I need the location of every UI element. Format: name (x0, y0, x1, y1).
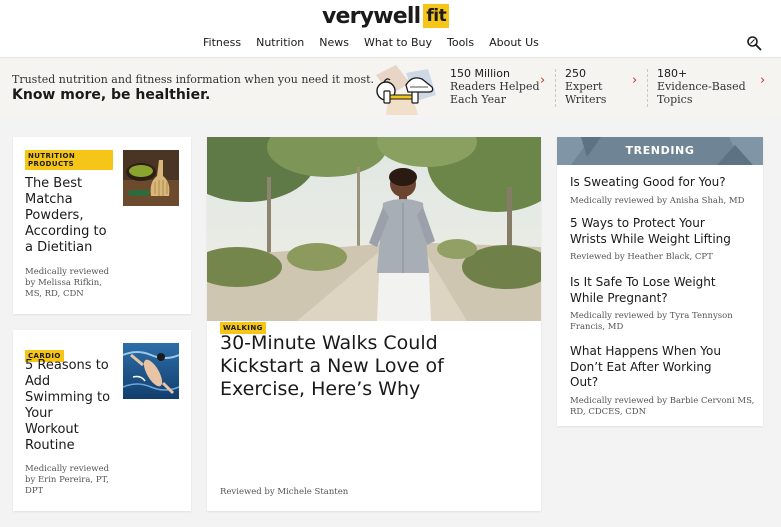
feature-image[interactable] (207, 137, 541, 321)
article-title[interactable]: 5 Reasons to Add Swimming to Your Workou… (25, 358, 125, 454)
swimmer-image (123, 343, 179, 399)
trending-item[interactable]: What Happens When You Don’t Eat After Wo… (570, 344, 756, 418)
title-line: a Dietitian (25, 240, 93, 255)
title-line: Workout (25, 422, 79, 437)
stat-topics-number: 180+ (657, 67, 688, 80)
trending-title[interactable]: Is Sweating Good for You? (570, 175, 756, 191)
trending-item[interactable]: Is It Safe To Lose Weight While Pregnant… (570, 275, 756, 333)
nav-fitness[interactable]: Fitness (203, 36, 241, 49)
title-line: Matcha (25, 192, 73, 207)
site-logo[interactable]: verywell fit (322, 3, 450, 29)
nav-tools[interactable]: Tools (447, 36, 474, 49)
stat-writers-label-2: Writers (565, 93, 607, 106)
trending-item[interactable]: Is Sweating Good for You? Medically revi… (570, 175, 756, 207)
byline-line: Medically reviewed by Tyra Tennyson (570, 311, 733, 321)
trending-byline: Medically reviewed by Anisha Shah, MD (570, 196, 756, 207)
stat-topics-label-1: Evidence-Based (657, 80, 746, 93)
title-line: Routine (25, 438, 75, 453)
trending-header: TRENDING (557, 137, 763, 165)
title-line: What Happens When You (570, 344, 721, 358)
byline-line: by Melissa Rifkin, (25, 278, 102, 288)
byline-line: Reviewed by Heather Black, CPT (570, 252, 713, 262)
trending-label: TRENDING (625, 144, 695, 157)
swimming-thumbnail[interactable] (123, 343, 179, 399)
stat-readers[interactable]: 150 Million Readers Helped Each Year (450, 67, 540, 106)
trust-banner: Trusted nutrition and fitness informatio… (0, 59, 781, 117)
walking-woman-image (207, 137, 541, 321)
stat-writers-label-1: Expert (565, 80, 603, 93)
trending-panel: TRENDING Is Sweating Good for You? Medic… (557, 137, 763, 426)
trending-item[interactable]: 5 Ways to Protect Your Wrists While Weig… (570, 216, 756, 263)
trending-title[interactable]: Is It Safe To Lose Weight While Pregnant… (570, 275, 756, 306)
byline-line: Medically reviewed (25, 464, 110, 474)
trending-title[interactable]: What Happens When You Don’t Eat After Wo… (570, 344, 756, 391)
byline-line: DPT (25, 486, 44, 496)
feature-article-card[interactable]: WALKING 30-Minute Walks Could Kickstart … (207, 137, 541, 511)
article-byline: Medically reviewed by Erin Pereira, PT, … (25, 464, 109, 497)
chevron-right-icon[interactable]: › (632, 73, 637, 88)
byline-line: by Erin Pereira, PT, (25, 475, 109, 485)
title-line: According to (25, 224, 107, 239)
feature-byline: Reviewed by Michele Stanten (220, 487, 349, 497)
chevron-right-icon[interactable]: › (760, 73, 765, 88)
category-tag[interactable]: NUTRITION PRODUCTS (25, 150, 113, 170)
byline-line: MS, RD, CDN (25, 289, 84, 299)
divider (555, 69, 556, 107)
logo-word: verywell (322, 3, 421, 29)
article-card-matcha[interactable]: NUTRITION PRODUCTS The Best Matcha Powde… (13, 137, 191, 314)
article-byline: Medically reviewed by Melissa Rifkin, MS… (25, 267, 109, 300)
nav-what-to-buy[interactable]: What to Buy (364, 36, 432, 49)
stat-topics[interactable]: 180+ Evidence-Based Topics (657, 67, 746, 106)
stat-writers[interactable]: 250 Expert Writers (565, 67, 606, 106)
nav-nutrition[interactable]: Nutrition (256, 36, 304, 49)
article-title[interactable]: The Best Matcha Powders, According to a … (25, 176, 125, 256)
matcha-thumbnail[interactable] (123, 150, 179, 206)
chevron-right-icon[interactable]: › (540, 73, 545, 88)
byline-line: Medically reviewed by Anisha Shah, MD (570, 195, 745, 206)
trending-title[interactable]: 5 Ways to Protect Your Wrists While Weig… (570, 216, 756, 247)
logo-badge: fit (423, 4, 450, 28)
search-icon[interactable] (746, 35, 762, 51)
article-card-swimming[interactable]: CARDIO 5 Reasons to Add Swimming to Your… (13, 330, 191, 511)
title-line: Your (25, 406, 53, 421)
byline-line: Francis, MD (570, 322, 624, 332)
byline-line: Medically reviewed by Barbie Cervoni MS, (570, 395, 755, 406)
stat-readers-label-2: Each Year (450, 93, 506, 106)
title-line: The Best (25, 176, 83, 191)
stat-topics-label-2: Topics (657, 93, 693, 106)
title-line: 5 Reasons to (25, 358, 109, 373)
title-line: 5 Ways to Protect Your (570, 216, 705, 230)
matcha-image (123, 150, 179, 206)
title-line: Don’t Eat After Working (570, 359, 712, 374)
nav-news[interactable]: News (319, 36, 349, 49)
banner-tagline: Trusted nutrition and fitness informatio… (12, 73, 375, 86)
trending-byline: Medically reviewed by Barbie Cervoni MS,… (570, 396, 756, 418)
feature-title[interactable]: 30-Minute Walks Could Kickstart a New Lo… (220, 332, 520, 401)
main-nav: Fitness Nutrition News What to Buy Tools… (203, 36, 554, 49)
title-line: Is Sweating Good for You? (570, 175, 726, 189)
byline-line: RD, CDCES, CDN (570, 406, 647, 417)
title-line: Out? (570, 375, 599, 389)
stat-writers-number: 250 (565, 67, 586, 80)
stat-readers-number: 150 Million (450, 67, 510, 80)
title-line: Add (25, 374, 51, 389)
trending-byline: Medically reviewed by Tyra Tennyson Fran… (570, 311, 756, 333)
title-line: While Pregnant? (570, 290, 668, 305)
title-line: Powders, (25, 208, 84, 223)
title-line: Is It Safe To Lose Weight (570, 275, 716, 289)
trending-byline: Reviewed by Heather Black, CPT (570, 252, 756, 263)
title-line: Wrists While Weight Lifting (570, 231, 731, 246)
banner-headline: Know more, be healthier. (12, 87, 211, 103)
stat-readers-label-1: Readers Helped (450, 80, 540, 93)
site-header: verywell fit Fitness Nutrition News What… (0, 0, 781, 58)
divider (647, 69, 648, 107)
nav-about-us[interactable]: About Us (489, 36, 539, 49)
fitness-illustration-icon (376, 65, 436, 115)
byline-line: Medically reviewed (25, 267, 110, 277)
title-line: Swimming to (25, 390, 111, 405)
